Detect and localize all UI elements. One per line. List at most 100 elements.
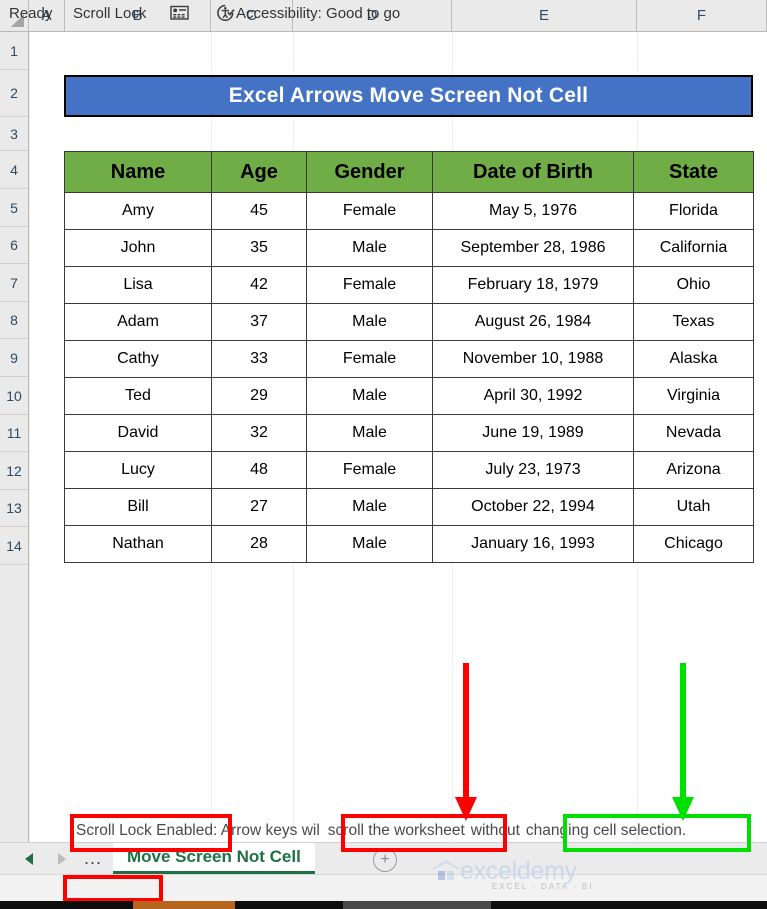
table-row[interactable]: Adam 37 Male August 26, 1984 Texas — [64, 303, 754, 341]
table-cell-dob[interactable]: January 16, 1993 — [432, 525, 634, 563]
table-cell-age[interactable]: 48 — [211, 451, 307, 489]
table-cell-name[interactable]: Nathan — [64, 525, 212, 563]
table-row[interactable]: Cathy 33 Female November 10, 1988 Alaska — [64, 340, 754, 378]
row-header-11[interactable]: 11 — [0, 415, 28, 452]
table-cell-age[interactable]: 28 — [211, 525, 307, 563]
table-cell-state[interactable]: California — [633, 229, 754, 267]
table-cell-state[interactable]: Utah — [633, 488, 754, 526]
table-row[interactable]: Bill 27 Male October 22, 1994 Utah — [64, 488, 754, 526]
plus-icon: + — [380, 851, 390, 868]
taskbar-segment — [343, 901, 491, 909]
table-cell-age[interactable]: 32 — [211, 414, 307, 452]
status-accessibility[interactable]: Accessibility: Good to go — [236, 3, 400, 24]
column-header-label: F — [696, 7, 707, 24]
table-row[interactable]: Lucy 48 Female July 23, 1973 Arizona — [64, 451, 754, 489]
table-header-cell[interactable]: Age — [211, 151, 307, 193]
table-cell-name[interactable]: Lucy — [64, 451, 212, 489]
table-cell-age[interactable]: 35 — [211, 229, 307, 267]
table-cell-age[interactable]: 33 — [211, 340, 307, 378]
table-cell-dob[interactable]: May 5, 1976 — [432, 192, 634, 230]
table-cell-state[interactable]: Chicago — [633, 525, 754, 563]
table-cell-gender[interactable]: Female — [306, 192, 433, 230]
table-cell-state[interactable]: Virginia — [633, 377, 754, 415]
row-header-5[interactable]: 5 — [0, 189, 28, 227]
table-row[interactable]: David 32 Male June 19, 1989 Nevada — [64, 414, 754, 452]
table-cell-age[interactable]: 29 — [211, 377, 307, 415]
table-cell-name[interactable]: David — [64, 414, 212, 452]
row-header-1[interactable]: 1 — [0, 32, 28, 70]
row-header-label: 1 — [10, 42, 18, 59]
table-cell-gender[interactable]: Male — [306, 414, 433, 452]
worksheet-title-banner[interactable]: Excel Arrows Move Screen Not Cell — [64, 75, 753, 117]
table-cell-name[interactable]: John — [64, 229, 212, 267]
table-cell-age[interactable]: 45 — [211, 192, 307, 230]
taskbar-segment — [491, 901, 767, 909]
excel-window: A B C D E F 1 2 3 4 5 6 7 8 9 10 11 12 1… — [0, 0, 767, 909]
table-cell-name[interactable]: Lisa — [64, 266, 212, 304]
table-row[interactable]: Ted 29 Male April 30, 1992 Virginia — [64, 377, 754, 415]
table-cell-state[interactable]: Texas — [633, 303, 754, 341]
table-cell-state[interactable]: Florida — [633, 192, 754, 230]
row-header-14[interactable]: 14 — [0, 527, 28, 565]
table-cell-dob[interactable]: August 26, 1984 — [432, 303, 634, 341]
taskbar-segment-active — [133, 901, 235, 909]
triangle-left-icon — [25, 853, 33, 865]
table-body: Amy 45 Female May 5, 1976 Florida John 3… — [64, 192, 754, 563]
row-header-12[interactable]: 12 — [0, 452, 28, 490]
table-row[interactable]: Lisa 42 Female February 18, 1979 Ohio — [64, 266, 754, 304]
row-header-3[interactable]: 3 — [0, 117, 28, 151]
column-header-f[interactable]: F — [637, 0, 767, 31]
row-header-7[interactable]: 7 — [0, 264, 28, 302]
table-cell-state[interactable]: Ohio — [633, 266, 754, 304]
table-header-cell[interactable]: Gender — [306, 151, 433, 193]
table-header-cell[interactable]: Name — [64, 151, 212, 193]
table-cell-dob[interactable]: April 30, 1992 — [432, 377, 634, 415]
accessibility-icon[interactable] — [216, 4, 235, 22]
table-cell-gender[interactable]: Male — [306, 303, 433, 341]
column-header-e[interactable]: E — [452, 0, 637, 31]
table-cell-name[interactable]: Amy — [64, 192, 212, 230]
table-cell-name[interactable]: Ted — [64, 377, 212, 415]
table-cell-dob[interactable]: July 23, 1973 — [432, 451, 634, 489]
table-row[interactable]: Amy 45 Female May 5, 1976 Florida — [64, 192, 754, 230]
table-cell-dob[interactable]: October 22, 1994 — [432, 488, 634, 526]
table-cell-gender[interactable]: Female — [306, 266, 433, 304]
table-cell-age[interactable]: 42 — [211, 266, 307, 304]
table-cell-state[interactable]: Arizona — [633, 451, 754, 489]
previous-sheet-button[interactable] — [22, 851, 36, 867]
table-header-cell[interactable]: Date of Birth — [432, 151, 634, 193]
next-sheet-button[interactable] — [55, 851, 69, 867]
table-cell-dob[interactable]: September 28, 1986 — [432, 229, 634, 267]
data-table[interactable]: Name Age Gender Date of Birth State Amy … — [64, 151, 754, 563]
table-row[interactable]: John 35 Male September 28, 1986 Californ… — [64, 229, 754, 267]
row-header-8[interactable]: 8 — [0, 302, 28, 339]
row-header-4[interactable]: 4 — [0, 151, 28, 189]
row-header-13[interactable]: 13 — [0, 490, 28, 527]
table-header-row: Name Age Gender Date of Birth State — [64, 151, 754, 193]
table-cell-gender[interactable]: Male — [306, 377, 433, 415]
table-cell-name[interactable]: Cathy — [64, 340, 212, 378]
table-cell-dob[interactable]: February 18, 1979 — [432, 266, 634, 304]
table-cell-name[interactable]: Bill — [64, 488, 212, 526]
table-cell-age[interactable]: 37 — [211, 303, 307, 341]
table-cell-name[interactable]: Adam — [64, 303, 212, 341]
table-cell-gender[interactable]: Female — [306, 451, 433, 489]
row-header-9[interactable]: 9 — [0, 339, 28, 377]
table-cell-gender[interactable]: Female — [306, 340, 433, 378]
row-header-2[interactable]: 2 — [0, 70, 28, 117]
table-header-cell[interactable]: State — [633, 151, 754, 193]
record-macro-icon[interactable] — [170, 4, 189, 21]
table-cell-dob[interactable]: June 19, 1989 — [432, 414, 634, 452]
table-cell-dob[interactable]: November 10, 1988 — [432, 340, 634, 378]
status-scroll-lock[interactable]: Scroll Lock — [73, 3, 146, 24]
table-cell-state[interactable]: Nevada — [633, 414, 754, 452]
table-cell-age[interactable]: 27 — [211, 488, 307, 526]
table-cell-gender[interactable]: Male — [306, 229, 433, 267]
row-header-gutter: 1 2 3 4 5 6 7 8 9 10 11 12 13 14 — [0, 32, 29, 842]
row-header-6[interactable]: 6 — [0, 227, 28, 264]
table-row[interactable]: Nathan 28 Male January 16, 1993 Chicago — [64, 525, 754, 563]
table-cell-gender[interactable]: Male — [306, 488, 433, 526]
table-cell-state[interactable]: Alaska — [633, 340, 754, 378]
row-header-10[interactable]: 10 — [0, 377, 28, 415]
table-cell-gender[interactable]: Male — [306, 525, 433, 563]
